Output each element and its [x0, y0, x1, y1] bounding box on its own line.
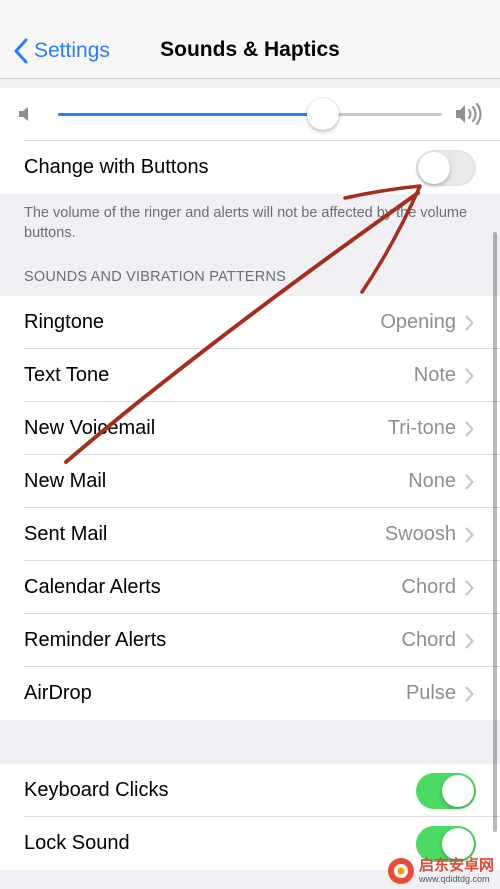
change-with-buttons-toggle[interactable]: [416, 150, 476, 186]
change-with-buttons-row: Change with Buttons: [0, 141, 500, 194]
sound-row-label: New Voicemail: [24, 417, 156, 439]
change-with-buttons-label: Change with Buttons: [24, 156, 209, 178]
sound-row-text-tone[interactable]: Text Tone Note: [0, 349, 500, 402]
watermark-title: 启东安卓网: [418, 856, 494, 874]
sound-row-value: Chord: [401, 629, 456, 651]
sound-row-label: Calendar Alerts: [24, 576, 161, 598]
speaker-low-icon: [19, 107, 28, 121]
sound-row-label: Sent Mail: [24, 523, 108, 545]
sound-row-new-voicemail[interactable]: New Voicemail Tri-tone: [0, 402, 500, 455]
ringer-group: Change with Buttons: [0, 88, 500, 194]
chevron-right-icon: [465, 686, 474, 702]
chevron-right-icon: [465, 474, 474, 490]
system-sounds-group: Keyboard Clicks Lock Sound: [0, 764, 500, 870]
sound-row-value: Pulse: [405, 682, 456, 704]
keyboard-clicks-label: Keyboard Clicks: [24, 779, 169, 801]
chevron-right-icon: [465, 421, 474, 437]
section-header-sounds: SOUNDS AND VIBRATION PATTERNS: [24, 269, 286, 285]
sound-row-calendar-alerts[interactable]: Calendar Alerts Chord: [0, 561, 500, 614]
sound-row-value: None: [408, 470, 456, 492]
chevron-right-icon: [465, 368, 474, 384]
sound-row-new-mail[interactable]: New Mail None: [0, 455, 500, 508]
volume-slider-fill: [58, 113, 323, 116]
chevron-right-icon: [465, 633, 474, 649]
sounds-haptics-screen: Settings Sounds & Haptics Change with Bu…: [0, 0, 500, 889]
sound-row-label: AirDrop: [24, 682, 92, 704]
sound-row-label: Text Tone: [24, 364, 110, 386]
sound-row-value: Note: [413, 364, 456, 386]
scrollbar[interactable]: [493, 232, 497, 832]
watermark-logo-icon: [387, 858, 414, 884]
sound-row-label: New Mail: [24, 470, 107, 492]
keyboard-clicks-row: Keyboard Clicks: [0, 764, 500, 817]
sound-row-ringtone[interactable]: Ringtone Opening: [0, 296, 500, 349]
watermark-url: www.qdidtdg.com: [418, 873, 490, 884]
sound-row-value: Opening: [380, 311, 456, 333]
chevron-right-icon: [465, 527, 474, 543]
speaker-high-icon: [456, 103, 482, 125]
chevron-right-icon: [465, 315, 474, 331]
page-title: Sounds & Haptics: [160, 38, 340, 61]
watermark: 启东安卓网 www.qdidtdg.com: [387, 857, 494, 885]
chevron-right-icon: [465, 580, 474, 596]
sound-row-value: Swoosh: [384, 523, 456, 545]
sound-row-airdrop[interactable]: AirDrop Pulse: [0, 667, 500, 720]
toggle-knob: [442, 828, 474, 860]
sounds-group: Ringtone Opening Text Tone Note New Voic…: [0, 296, 500, 720]
lock-sound-label: Lock Sound: [24, 832, 130, 854]
ringer-footnote: The volume of the ringer and alerts will…: [24, 205, 468, 241]
sound-row-value: Chord: [401, 576, 456, 598]
volume-slider-thumb[interactable]: [306, 98, 339, 130]
sound-row-label: Reminder Alerts: [24, 629, 167, 651]
sound-row-sent-mail[interactable]: Sent Mail Swoosh: [0, 508, 500, 561]
navigation-bar: Settings Sounds & Haptics: [0, 0, 500, 79]
sound-row-reminder-alerts[interactable]: Reminder Alerts Chord: [0, 614, 500, 667]
keyboard-clicks-toggle[interactable]: [416, 773, 476, 809]
sound-row-label: Ringtone: [24, 311, 105, 333]
toggle-knob: [418, 152, 450, 184]
volume-slider-row: [0, 88, 500, 141]
toggle-knob: [442, 775, 474, 807]
sound-row-value: Tri-tone: [387, 417, 456, 439]
